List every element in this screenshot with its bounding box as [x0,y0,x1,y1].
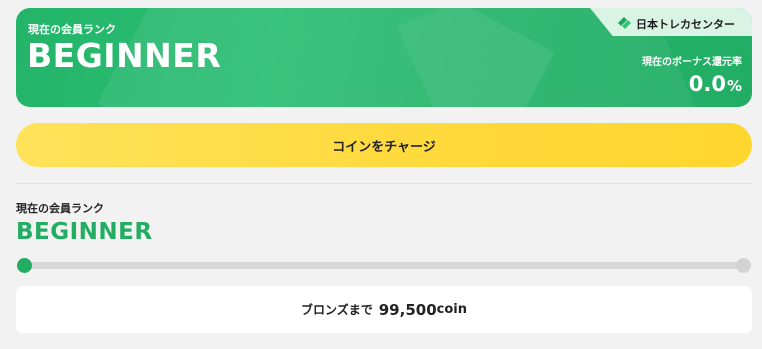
bonus-rate-number: 0.0 [688,72,726,96]
next-rank-box: ブロンズまで 99,500 coin [16,286,752,333]
progress-current-marker [17,258,32,273]
divider [16,183,752,184]
diamond-logo-icon [618,17,631,29]
brand-tab: 日本トレカセンター [590,8,752,36]
bonus-rate-unit: % [726,77,742,95]
bonus-rate-label: 現在のボーナス還元率 [642,57,742,68]
card-rank-label: 現在の会員ランク [28,23,116,36]
next-rank-label: ブロンズまで [300,303,373,317]
charge-coin-button[interactable]: コインをチャージ [16,123,752,167]
rank-progress-bar [24,262,744,269]
member-rank-card: 現在の会員ランク BEGINNER 日本トレカセンター 現在のボーナス還元率 0… [16,8,752,107]
rank-section-label: 現在の会員ランク [16,202,104,215]
bonus-rate-value: 0.0% [689,72,742,96]
brand-name: 日本トレカセンター [636,18,735,31]
next-rank-unit: coin [436,302,467,317]
card-rank-value: BEGINNER [27,36,222,75]
rank-section-value: BEGINNER [16,219,153,245]
progress-target-marker [736,258,751,273]
next-rank-amount: 99,500 [378,300,437,319]
